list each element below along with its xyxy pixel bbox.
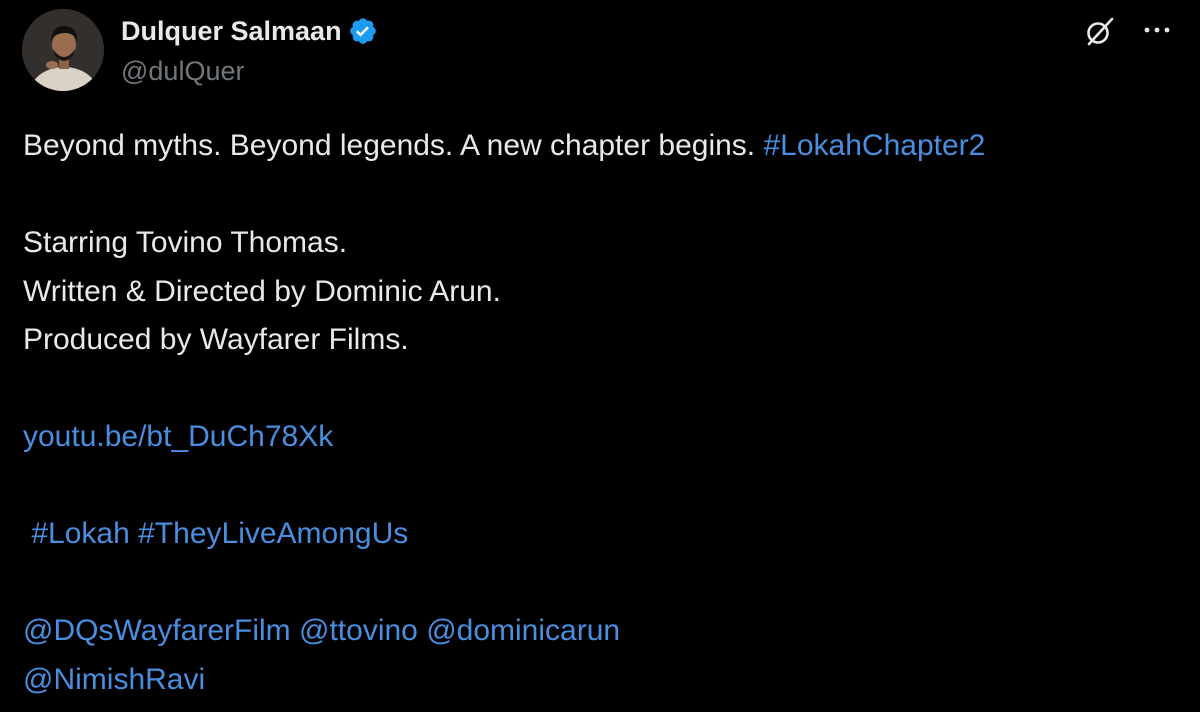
mention-dqswayfarerfilm[interactable]: @DQsWayfarerFilm [23, 614, 291, 647]
producer-line: Produced by Wayfarer Films. [23, 323, 409, 356]
hashtags-line: #Lokah #TheyLiveAmongUs [23, 510, 1183, 559]
mentions-line-1: @DQsWayfarerFilm @ttovino @dominicarun [23, 607, 1183, 656]
hashtag-lokahchapter2[interactable]: #LokahChapter2 [763, 129, 985, 162]
tweet: Dulquer Salmaan @dulQuer Beyond myths. B… [0, 0, 1200, 712]
avatar[interactable] [22, 9, 104, 91]
tweet-intro-text: Beyond myths. Beyond legends. A new chap… [23, 129, 764, 162]
mention-dominicarun[interactable]: @dominicarun [426, 614, 620, 647]
youtube-link[interactable]: youtu.be/bt_DuCh78Xk [23, 420, 333, 453]
hashtag-theyliveamongus[interactable]: #TheyLiveAmongUs [138, 517, 408, 550]
director-line: Written & Directed by Dominic Arun. [23, 274, 501, 308]
tweet-text: Beyond myths. Beyond legends. A new chap… [23, 122, 1183, 704]
mention-nimishravi[interactable]: @NimishRavi [23, 663, 205, 696]
more-options-icon[interactable] [1139, 18, 1175, 42]
verified-badge-icon[interactable] [348, 16, 378, 46]
starring-line: Starring Tovino Thomas. [23, 226, 348, 259]
hashtag-lokah[interactable]: #Lokah [31, 517, 129, 550]
grok-icon[interactable] [1082, 14, 1118, 50]
author-display-name[interactable]: Dulquer Salmaan [121, 14, 378, 48]
mentions-line-2: @NimishRavi [23, 656, 1183, 705]
link-line: youtu.be/bt_DuCh78Xk [23, 413, 1183, 462]
display-name-text[interactable]: Dulquer Salmaan [121, 14, 342, 48]
tweet-line-1: Beyond myths. Beyond legends. A new chap… [23, 122, 1183, 171]
mention-ttovino[interactable]: @ttovino [299, 614, 418, 647]
author-handle[interactable]: @dulQuer [121, 55, 244, 87]
avatar-image [22, 9, 104, 91]
